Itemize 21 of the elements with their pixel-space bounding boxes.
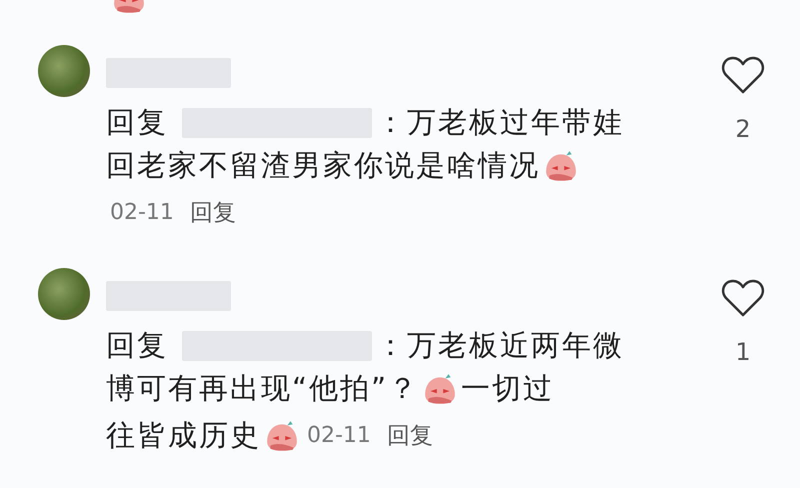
comment-date: 02-11 (307, 423, 371, 448)
comment-text: 往皆成历史 (106, 416, 261, 454)
like-count: 1 (735, 338, 751, 366)
reply-link[interactable]: 回复 (386, 420, 433, 451)
heart-icon[interactable] (721, 55, 765, 95)
comment-text: 博可有再出现“他拍”？ (106, 370, 420, 406)
comment-text: ：万老板过年带娃 (376, 104, 624, 140)
comment-date: 02-11 (110, 200, 174, 225)
reply-link[interactable]: 回复 (190, 197, 236, 228)
comment-text: 回复 (106, 326, 168, 364)
comment-text: 一切过 (461, 370, 554, 406)
blob-face-icon (423, 372, 458, 406)
comment-text: 回复 (106, 104, 168, 140)
heart-icon[interactable] (721, 278, 765, 318)
blob-face-icon (265, 418, 299, 452)
comment-text: 回老家不留渣男家你说是啥情况 (106, 146, 540, 184)
comment-text: ：万老板近两年微 (376, 326, 624, 364)
avatar[interactable] (38, 268, 90, 320)
like-count: 2 (735, 115, 751, 143)
avatar[interactable] (38, 45, 90, 97)
blob-face-icon (544, 148, 578, 182)
